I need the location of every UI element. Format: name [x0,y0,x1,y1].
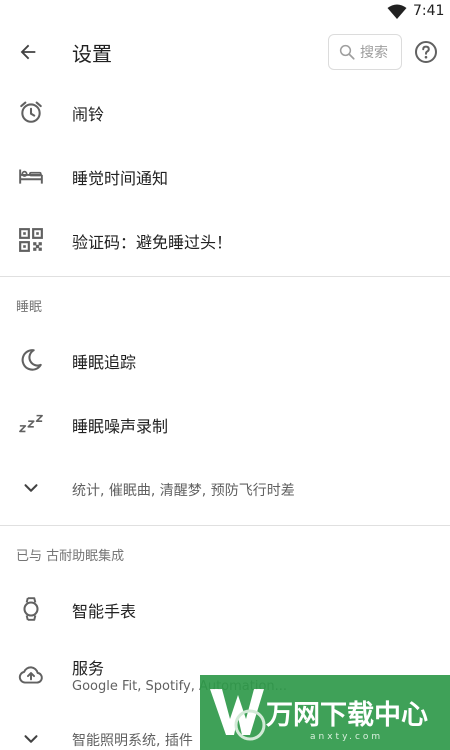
moon-icon [21,349,42,371]
status-time: 7:41 [413,3,445,19]
help-icon[interactable] [414,40,438,64]
section-header-integration: 已与 古耐助眠集成 [16,549,125,564]
alarm-label: 闹铃 [72,105,105,124]
alarm-clock-icon [20,101,42,123]
captcha-label: 验证码：避免睡过头！ [72,233,233,252]
menu-item-sleep-noise-recording[interactable]: 睡眠噪声录制 [0,392,450,456]
sleep-more-expander[interactable]: 统计, 催眠曲, 清醒梦, 预防飞行时差 [0,456,450,520]
section-header-sleep: 睡眠 [16,300,43,315]
menu-item-smartwatch[interactable]: 智能手表 [0,577,450,641]
menu-item-bedtime-notification[interactable]: 睡觉时间通知 [0,144,450,208]
divider [0,276,450,277]
arrow-back-icon [20,44,36,60]
smartwatch-label: 智能手表 [72,602,137,621]
wifi-icon [387,4,407,19]
divider [0,525,450,526]
back-button[interactable] [14,38,42,66]
sleep-more-label: 统计, 催眠曲, 清醒梦, 预防飞行时差 [72,483,295,499]
cloud-upload-icon [18,666,43,684]
chevron-down-icon [24,484,38,492]
menu-item-sleep-tracking[interactable]: 睡眠追踪 [0,328,450,392]
search-icon [339,44,355,60]
site-logo-icon [210,689,266,741]
zzz-icon [19,414,43,433]
services-label: 服务 [72,659,105,678]
watermark-text: 万网下载中心 [266,700,428,731]
chevron-down-icon [24,735,38,743]
integration-more-label: 智能照明系统, 插件 [72,733,193,749]
sleep-tracking-label: 睡眠追踪 [72,353,137,372]
bed-icon [19,169,43,184]
menu-item-alarm[interactable]: 闹铃 [0,80,450,144]
sleep-noise-recording-label: 睡眠噪声录制 [72,417,169,436]
status-bar: 7:41 [0,0,450,24]
search-button[interactable]: 搜索 [328,34,402,70]
watch-icon [23,597,39,621]
watermark-overlay: 万网下载中心 anxty.com [200,675,450,750]
bedtime-notification-label: 睡觉时间通知 [72,169,169,188]
watermark-subtext: anxty.com [310,732,384,742]
menu-item-captcha[interactable]: 验证码：避免睡过头！ [0,208,450,272]
app-bar: 设置 搜索 [0,24,450,80]
page-title: 设置 [72,42,112,66]
search-label: 搜索 [360,45,388,61]
qr-code-icon [19,228,43,252]
